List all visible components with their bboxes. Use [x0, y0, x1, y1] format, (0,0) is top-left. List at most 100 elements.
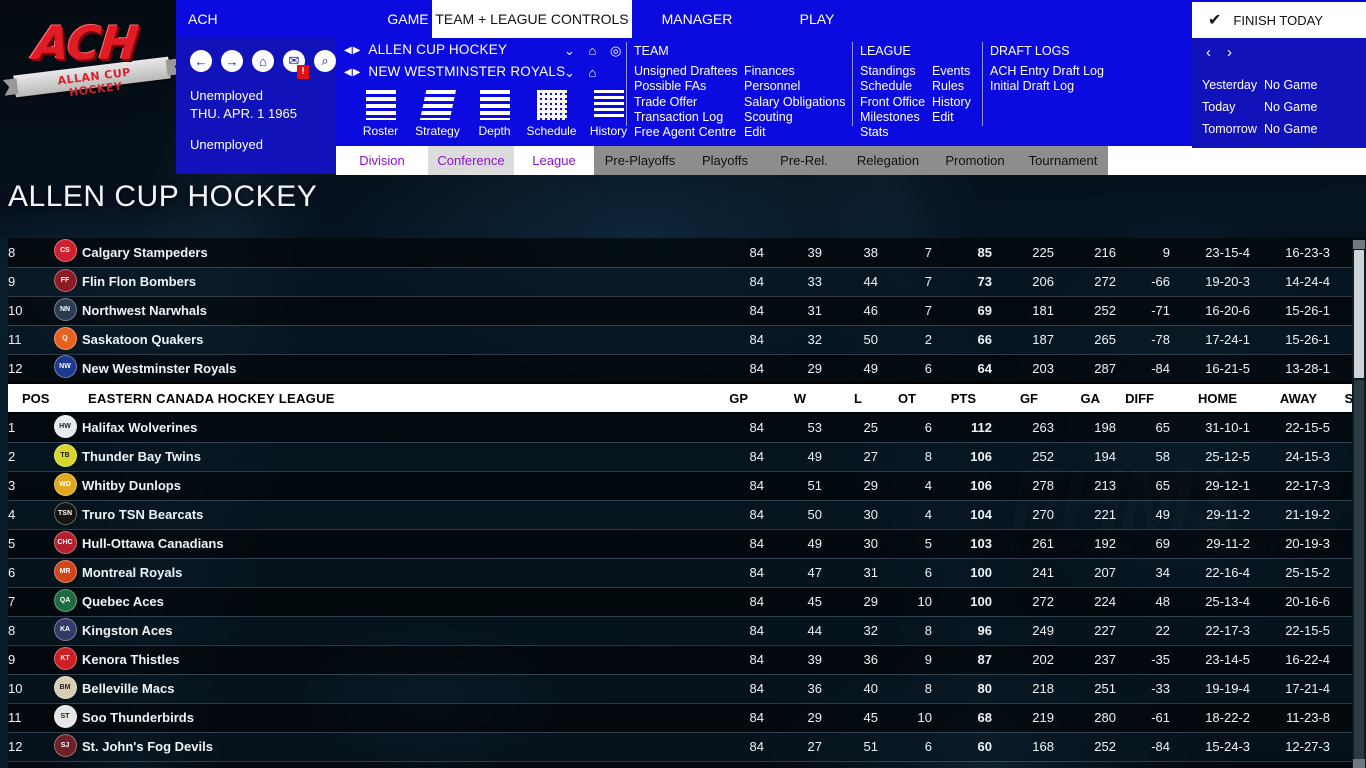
table-row[interactable]: 10 BM Belleville Macs 84 36 40 8 80 218 251 -33 19-… — [8, 674, 1366, 704]
link-initial-draft-log[interactable]: Initial Draft Log — [990, 79, 1104, 94]
finish-today-button[interactable]: ✔ FINISH TODAY — [1192, 2, 1366, 38]
team-prev-next-arrows[interactable]: ◀▶ — [344, 67, 361, 78]
table-row[interactable]: 7 QA Quebec Aces 84 45 29 10 100 272 224 48 25-13-4… — [8, 587, 1366, 617]
tab-ach[interactable]: ACH — [176, 0, 364, 38]
link-events[interactable]: Events — [932, 64, 971, 79]
table-row[interactable]: 10 NN Northwest Narwhals 84 31 46 7 69 181 252 -71… — [8, 296, 1366, 326]
header-w[interactable]: W — [764, 382, 822, 414]
scrollbar-cap-top[interactable] — [1353, 240, 1365, 249]
cell-team-name[interactable]: Soo Thunderbirds — [82, 703, 704, 733]
cell-team-name[interactable]: Flin Flon Bombers — [82, 267, 704, 297]
header-ga[interactable]: GA — [1054, 382, 1116, 414]
tab-team-league-controls[interactable]: TEAM + LEAGUE CONTROLS — [432, 0, 632, 38]
link-team-edit[interactable]: Edit — [744, 125, 845, 140]
home-icon[interactable]: ⌂ — [252, 50, 274, 72]
league-prev-next-arrows[interactable]: ◀▶ — [344, 45, 361, 56]
header-diff[interactable]: DIFF — [1116, 382, 1170, 414]
header-gp[interactable]: GP — [704, 382, 764, 414]
cell-team-name[interactable]: Saskatoon Quakers — [82, 325, 704, 355]
tab-conference[interactable]: Conference — [428, 146, 514, 175]
link-unsigned-draftees[interactable]: Unsigned Draftees — [634, 64, 738, 79]
cell-team-name[interactable]: Whitby Dunlops — [82, 471, 704, 501]
header-gf[interactable]: GF — [992, 382, 1054, 414]
link-scouting[interactable]: Scouting — [744, 110, 845, 125]
schedule-nav-arrows[interactable]: ‹› — [1206, 44, 1248, 61]
scrollbar-thumb[interactable] — [1354, 250, 1364, 378]
link-standings[interactable]: Standings — [860, 64, 925, 79]
table-row[interactable]: 8 CS Calgary Stampeders 84 39 38 7 85 225 216 9 23-… — [8, 238, 1366, 268]
tab-playoffs[interactable]: Playoffs — [686, 146, 764, 175]
search-icon[interactable]: ⌕ — [314, 50, 336, 72]
table-row[interactable]: 3 WD Whitby Dunlops 84 51 29 4 106 278 213 65 29-12… — [8, 471, 1366, 501]
link-schedule[interactable]: Schedule — [860, 79, 925, 94]
link-ach-entry-draft-log[interactable]: ACH Entry Draft Log — [990, 64, 1104, 79]
link-milestones[interactable]: Milestones — [860, 110, 925, 125]
link-stats[interactable]: Stats — [860, 125, 925, 140]
cell-team-name[interactable]: Northwest Narwhals — [82, 296, 704, 326]
header-away[interactable]: AWAY — [1250, 382, 1330, 414]
tab-pre-playoffs[interactable]: Pre-Playoffs — [594, 146, 686, 175]
table-row[interactable]: 12 NW New Westminster Royals 84 29 49 6 64 203 28… — [8, 354, 1366, 384]
table-row[interactable]: 6 MR Montreal Royals 84 47 31 6 100 241 207 34 22-1… — [8, 558, 1366, 588]
link-possible-fas[interactable]: Possible FAs — [634, 79, 738, 94]
scrollbar-track[interactable] — [1354, 380, 1364, 759]
table-row[interactable]: 11 ST Soo Thunderbirds 84 29 45 10 68 219 280 -61 1… — [8, 703, 1366, 733]
table-row[interactable]: 1 HW Halifax Wolverines 84 53 25 6 112 263 198 65 3… — [8, 413, 1366, 443]
link-front-office[interactable]: Front Office — [860, 95, 925, 110]
link-finances[interactable]: Finances — [744, 64, 845, 79]
nav-schedule[interactable]: Schedule — [523, 90, 580, 140]
tab-promotion[interactable]: Promotion — [932, 146, 1018, 175]
link-rules[interactable]: Rules — [932, 79, 971, 94]
cell-team-name[interactable]: Quebec Aces — [82, 587, 704, 617]
league-selector[interactable]: ◀▶ ALLEN CUP HOCKEY — [344, 42, 507, 57]
cell-team-name[interactable]: Kingston Aces — [82, 616, 704, 646]
cell-team-name[interactable]: Thunder Bay Twins — [82, 442, 704, 472]
tab-tournament[interactable]: Tournament — [1018, 146, 1108, 175]
cell-team-name[interactable]: Calgary Stampeders — [82, 238, 704, 268]
tab-pre-rel[interactable]: Pre-Rel. — [764, 146, 844, 175]
table-row[interactable]: 11 Q Saskatoon Quakers 84 32 50 2 66 187 265 -78 17… — [8, 325, 1366, 355]
team-selector[interactable]: ◀▶ NEW WESTMINSTER ROYALS — [344, 64, 565, 79]
forward-icon[interactable]: → — [221, 50, 243, 72]
cell-team-name[interactable]: Hull-Ottawa Canadians — [82, 529, 704, 559]
header-ot[interactable]: OT — [878, 382, 932, 414]
nav-strategy[interactable]: Strategy — [409, 90, 466, 140]
back-icon[interactable]: ← — [190, 50, 212, 72]
league-selector-icons[interactable]: ⌄ ⌂ ◎ — [564, 43, 626, 59]
tab-division[interactable]: Division — [336, 146, 428, 175]
table-row[interactable]: 9 KT Kenora Thistles 84 39 36 9 87 202 237 -35 23-1… — [8, 645, 1366, 675]
cell-team-name[interactable]: Truro TSN Bearcats — [82, 500, 704, 530]
mail-icon[interactable]: ✉ ! — [283, 50, 309, 79]
table-row[interactable]: 12 SJ St. John's Fog Devils 84 27 51 6 60 168 252… — [8, 732, 1366, 762]
nav-history[interactable]: History — [580, 90, 637, 140]
table-row[interactable]: 4 TSN Truro TSN Bearcats 84 50 30 4 104 270 221 49… — [8, 500, 1366, 530]
scrollbar-cap-bottom[interactable] — [1353, 759, 1365, 768]
cell-team-name[interactable]: Belleville Macs — [82, 674, 704, 704]
link-transaction-log[interactable]: Transaction Log — [634, 110, 738, 125]
vertical-scrollbar[interactable] — [1352, 240, 1366, 768]
link-trade-offer[interactable]: Trade Offer — [634, 95, 738, 110]
nav-roster[interactable]: Roster — [352, 90, 409, 140]
tab-play[interactable]: PLAY — [762, 0, 872, 38]
table-row[interactable]: 2 TB Thunder Bay Twins 84 49 27 8 106 252 194 58 25… — [8, 442, 1366, 472]
link-salary-obligations[interactable]: Salary Obligations — [744, 95, 845, 110]
cell-team-name[interactable]: Kenora Thistles — [82, 645, 704, 675]
link-free-agent-centre[interactable]: Free Agent Centre — [634, 125, 738, 140]
header-l[interactable]: L — [822, 382, 878, 414]
cell-team-name[interactable]: Montreal Royals — [82, 558, 704, 588]
schedule-prev-icon[interactable]: ‹ — [1206, 44, 1227, 61]
team-selector-icons[interactable]: ⌄ ⌂ — [564, 65, 601, 81]
schedule-next-icon[interactable]: › — [1227, 44, 1248, 61]
cell-team-name[interactable]: Halifax Wolverines — [82, 413, 704, 443]
link-league-edit[interactable]: Edit — [932, 110, 971, 125]
link-personnel[interactable]: Personnel — [744, 79, 845, 94]
nav-depth[interactable]: Depth — [466, 90, 523, 140]
header-home[interactable]: HOME — [1170, 382, 1250, 414]
link-history[interactable]: History — [932, 95, 971, 110]
cell-team-name[interactable]: St. John's Fog Devils — [82, 732, 704, 762]
tab-relegation[interactable]: Relegation — [844, 146, 932, 175]
header-pts[interactable]: PTS — [932, 382, 992, 414]
table-row[interactable]: 5 CHC Hull-Ottawa Canadians 84 49 30 5 103 261 19… — [8, 529, 1366, 559]
table-row[interactable]: 8 KA Kingston Aces 84 44 32 8 96 249 227 22 22-17-3… — [8, 616, 1366, 646]
tab-manager[interactable]: MANAGER — [632, 0, 762, 38]
